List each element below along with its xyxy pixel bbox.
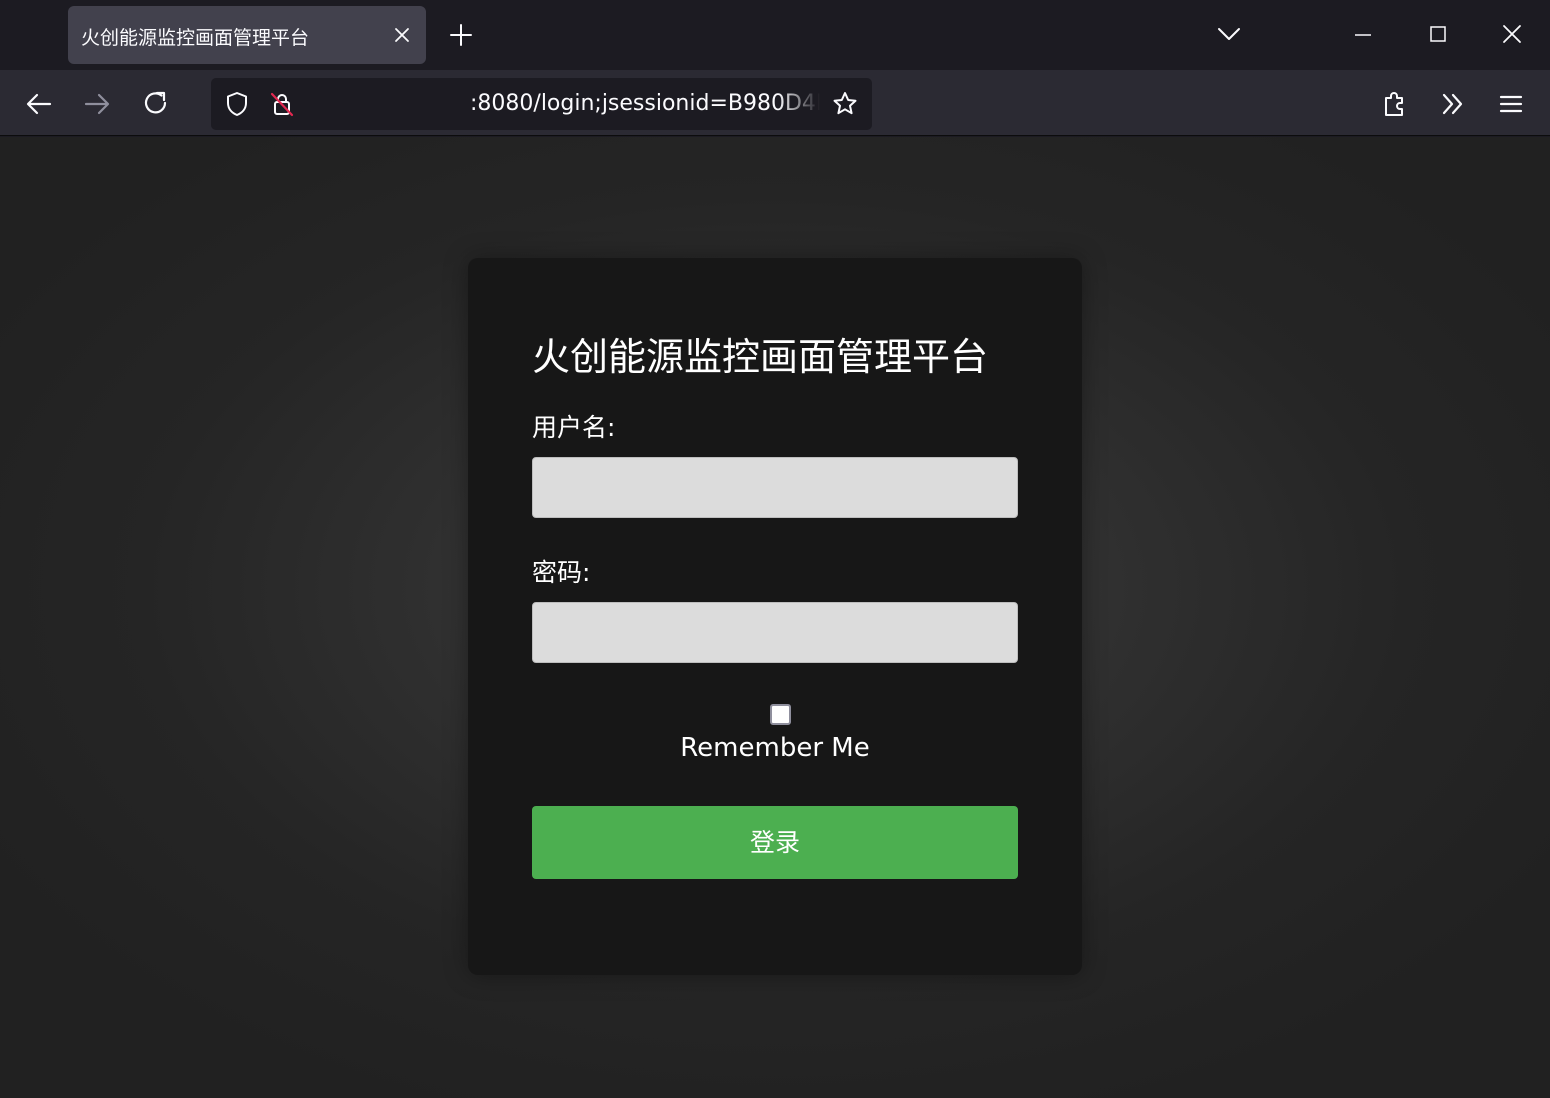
double-chevron-icon[interactable] [1438, 89, 1468, 119]
lock-slash-icon[interactable] [268, 90, 296, 118]
browser-window: 火创能源监控画面管理平台:8080/login;jsessionid=B980… [0, 0, 1550, 1098]
tab-title: 火创能源监控画面管理平台 [81, 27, 310, 49]
remember-me-checkbox[interactable] [770, 704, 791, 725]
minimize-icon[interactable] [1351, 22, 1375, 46]
puzzle-icon[interactable] [1380, 89, 1410, 119]
star-icon[interactable] [831, 90, 859, 118]
page-title: 火创能源监控画面管理平台 [532, 335, 989, 379]
tab-active[interactable]: 火创能源监控画面管理平台 [68, 6, 426, 64]
chevron-down-icon[interactable] [1215, 22, 1243, 46]
password-label: 密码: [532, 558, 591, 587]
arrow-right-icon[interactable] [82, 89, 112, 119]
tab-strip: 火创能源监控画面管理平台 [0, 0, 1550, 70]
arrow-left-icon[interactable] [24, 89, 54, 119]
url-text: :8080/login;jsessionid=B980D4E6 [470, 91, 820, 116]
username-input[interactable] [532, 457, 1018, 518]
password-input[interactable] [532, 602, 1018, 663]
close-icon[interactable] [392, 25, 412, 45]
url-bar[interactable]: :8080/login;jsessionid=B980D4E6 [211, 78, 872, 130]
hamburger-icon[interactable] [1496, 89, 1526, 119]
page-content: 火创能源监控画面管理平台 用户名: 密码: Remember Me 登录 [0, 137, 1550, 1098]
remember-me-label: Remember Me [680, 733, 870, 763]
login-card: 火创能源监控画面管理平台 用户名: 密码: Remember Me 登录 [468, 258, 1082, 975]
username-label: 用户名: [532, 413, 616, 442]
window-close-icon[interactable] [1500, 22, 1524, 46]
maximize-icon[interactable] [1426, 22, 1450, 46]
navigation-toolbar: :8080/login;jsessionid=B980D4E6 [0, 70, 1550, 136]
shield-icon[interactable] [223, 90, 251, 118]
plus-icon[interactable] [448, 22, 474, 48]
login-button[interactable]: 登录 [532, 806, 1018, 879]
reload-icon[interactable] [141, 89, 171, 119]
